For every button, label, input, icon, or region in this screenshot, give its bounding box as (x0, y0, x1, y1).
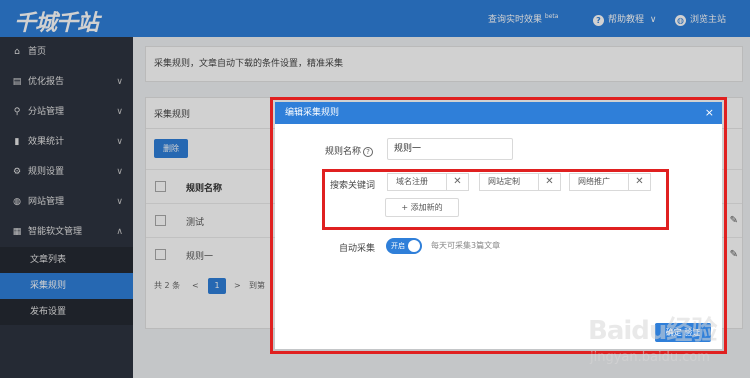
watermark-url: jingyan.baidu.com (590, 350, 710, 365)
watermark-logo: Baidu经验 (588, 316, 717, 346)
watermark: Baidu经验 jingyan.baidu.com (588, 310, 748, 374)
